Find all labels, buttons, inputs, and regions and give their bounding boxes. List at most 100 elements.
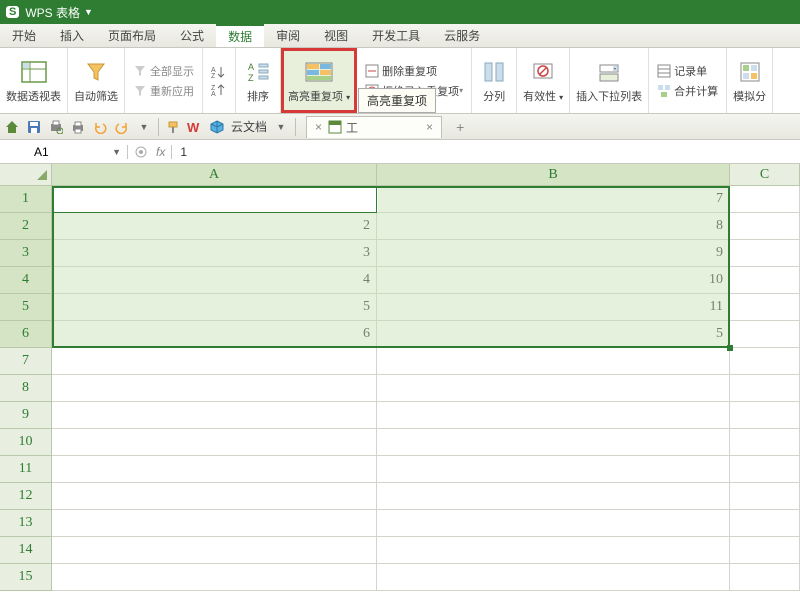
consolidate-button[interactable]: 合并计算 — [653, 81, 722, 101]
cell[interactable] — [52, 537, 377, 564]
sort-asc-button[interactable]: AZ — [207, 63, 231, 81]
menu-item-1[interactable]: 插入 — [48, 24, 96, 47]
validation-button[interactable]: 有效性 ▾ — [517, 48, 570, 113]
cell[interactable] — [730, 186, 800, 213]
col-header-B[interactable]: B — [377, 164, 730, 186]
cell[interactable] — [52, 348, 377, 375]
cloud-dropdown-icon[interactable]: ▼ — [273, 119, 289, 135]
cell[interactable] — [52, 510, 377, 537]
cell[interactable] — [52, 429, 377, 456]
print-preview-icon[interactable] — [48, 119, 64, 135]
row-header[interactable]: 5 — [0, 294, 52, 321]
row-header[interactable]: 7 — [0, 348, 52, 375]
cell[interactable]: 4 — [52, 267, 377, 294]
menu-item-4[interactable]: 数据 — [216, 24, 264, 47]
cell[interactable] — [730, 402, 800, 429]
cell[interactable]: 8 — [377, 213, 730, 240]
cell[interactable]: 9 — [377, 240, 730, 267]
text-to-columns-button[interactable]: 分列 — [472, 48, 517, 113]
menu-item-2[interactable]: 页面布局 — [96, 24, 168, 47]
insert-dropdown-button[interactable]: 插入下拉列表 — [570, 48, 649, 113]
cell[interactable]: 6 — [52, 321, 377, 348]
doc-tab-close-left[interactable]: × — [315, 120, 322, 134]
col-header-A[interactable]: A — [52, 164, 377, 186]
title-dropdown-icon[interactable]: ▼ — [84, 7, 93, 17]
highlight-duplicates-button[interactable]: 高亮重复项 ▾ — [281, 48, 357, 113]
cell[interactable] — [377, 375, 730, 402]
cloud-doc-button[interactable]: 云文档 — [231, 118, 267, 135]
cell[interactable] — [52, 375, 377, 402]
cell[interactable] — [52, 483, 377, 510]
menu-item-7[interactable]: 开发工具 — [360, 24, 432, 47]
qat-dropdown-icon[interactable]: ▼ — [136, 119, 152, 135]
cell[interactable] — [52, 456, 377, 483]
wps-w-icon[interactable]: W — [187, 119, 203, 135]
menu-item-3[interactable]: 公式 — [168, 24, 216, 47]
row-header[interactable]: 6 — [0, 321, 52, 348]
show-all-button[interactable]: 全部显示 — [129, 61, 198, 81]
cell[interactable] — [377, 402, 730, 429]
row-header[interactable]: 3 — [0, 240, 52, 267]
redo-icon[interactable] — [114, 119, 130, 135]
cell[interactable] — [52, 402, 377, 429]
cell[interactable] — [730, 456, 800, 483]
cell[interactable] — [730, 375, 800, 402]
fb-tool-icon[interactable] — [134, 145, 148, 159]
cell[interactable] — [730, 537, 800, 564]
add-tab-button[interactable]: + — [456, 119, 464, 135]
cell[interactable] — [730, 321, 800, 348]
whatif-button[interactable]: 模拟分 — [727, 48, 773, 113]
row-header[interactable]: 13 — [0, 510, 52, 537]
menu-item-5[interactable]: 审阅 — [264, 24, 312, 47]
cell[interactable]: 1 — [52, 186, 377, 213]
spreadsheet-grid[interactable]: A B C 1172283394410551166578910111213141… — [0, 164, 800, 591]
print-icon[interactable] — [70, 119, 86, 135]
document-tab[interactable]: × 工 × — [306, 116, 442, 138]
cell[interactable] — [52, 564, 377, 591]
row-header[interactable]: 14 — [0, 537, 52, 564]
cell[interactable] — [730, 294, 800, 321]
row-header[interactable]: 8 — [0, 375, 52, 402]
row-header[interactable]: 9 — [0, 402, 52, 429]
cell[interactable]: 5 — [52, 294, 377, 321]
cell[interactable] — [377, 456, 730, 483]
row-header[interactable]: 11 — [0, 456, 52, 483]
cell[interactable] — [377, 564, 730, 591]
name-box-dropdown-icon[interactable]: ▼ — [112, 147, 121, 157]
reapply-button[interactable]: 重新应用 — [129, 81, 198, 101]
menu-item-6[interactable]: 视图 — [312, 24, 360, 47]
cell[interactable] — [377, 510, 730, 537]
sort-button[interactable]: AZ 排序 — [236, 48, 281, 113]
select-all-corner[interactable] — [0, 164, 52, 186]
fx-button[interactable]: fx — [156, 145, 165, 159]
save-icon[interactable] — [26, 119, 42, 135]
cell[interactable]: 3 — [52, 240, 377, 267]
cell[interactable] — [730, 429, 800, 456]
row-header[interactable]: 10 — [0, 429, 52, 456]
format-painter-icon[interactable] — [165, 119, 181, 135]
row-header[interactable]: 15 — [0, 564, 52, 591]
row-header[interactable]: 12 — [0, 483, 52, 510]
row-header[interactable]: 4 — [0, 267, 52, 294]
formula-input[interactable]: 1 — [172, 145, 800, 159]
home-icon[interactable] — [4, 119, 20, 135]
name-box[interactable]: A1 ▼ — [28, 145, 128, 159]
cell[interactable] — [730, 213, 800, 240]
sort-desc-button[interactable]: ZA — [207, 81, 231, 99]
cell[interactable]: 7 — [377, 186, 730, 213]
fill-handle[interactable] — [727, 345, 733, 351]
col-header-C[interactable]: C — [730, 164, 800, 186]
cell[interactable]: 2 — [52, 213, 377, 240]
cell[interactable]: 11 — [377, 294, 730, 321]
cell[interactable] — [730, 564, 800, 591]
cell[interactable] — [377, 537, 730, 564]
cell[interactable] — [730, 483, 800, 510]
cell[interactable] — [730, 348, 800, 375]
menu-item-8[interactable]: 云服务 — [432, 24, 492, 47]
record-form-button[interactable]: 记录单 — [653, 61, 711, 81]
doc-tab-close[interactable]: × — [426, 120, 433, 134]
cell[interactable] — [377, 348, 730, 375]
menu-item-0[interactable]: 开始 — [0, 24, 48, 47]
cube-icon[interactable] — [209, 119, 225, 135]
cell[interactable] — [730, 267, 800, 294]
